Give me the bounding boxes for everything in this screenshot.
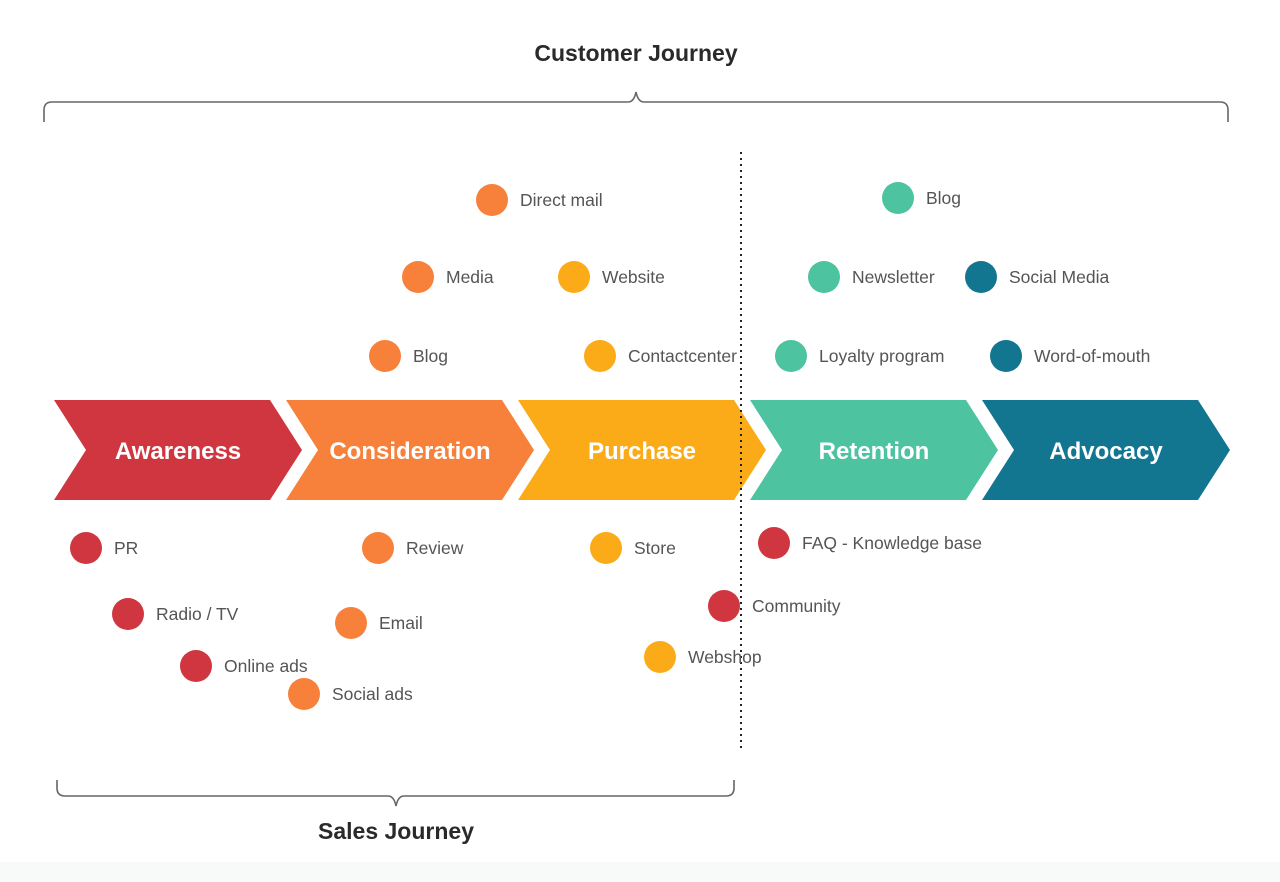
channel-dot-consideration bbox=[369, 340, 401, 372]
stage-label-consideration: Consideration bbox=[329, 438, 490, 465]
channel-label: Loyalty program bbox=[819, 346, 945, 366]
channel-label: Word-of-mouth bbox=[1034, 346, 1151, 366]
sales-journey-bracket bbox=[56, 780, 735, 807]
channel-dot-awareness bbox=[708, 590, 740, 622]
stage-label-advocacy: Advocacy bbox=[1049, 438, 1163, 465]
channel-label: Webshop bbox=[688, 647, 762, 667]
channel-label: Review bbox=[406, 538, 464, 558]
journey-diagram: Awareness Consideration Purchase Retention A… bbox=[43, 91, 1230, 807]
channel-dot-retention bbox=[775, 340, 807, 372]
channel-label: Store bbox=[634, 538, 676, 558]
channel-dot-retention bbox=[882, 182, 914, 214]
channel-label: Online ads bbox=[224, 656, 308, 676]
channel-dot-awareness bbox=[180, 650, 212, 682]
customer-journey-title: Customer Journey bbox=[534, 40, 738, 66]
channel-dot-consideration bbox=[402, 261, 434, 293]
stage-label-purchase: Purchase bbox=[588, 438, 696, 465]
customer-journey-bracket bbox=[43, 91, 1229, 122]
channel-dot-awareness bbox=[70, 532, 102, 564]
channel-dot-purchase bbox=[644, 641, 676, 673]
channel-label: Blog bbox=[926, 188, 962, 208]
channel-label: FAQ - Knowledge base bbox=[802, 533, 982, 553]
channel-dot-consideration bbox=[362, 532, 394, 564]
channel-dot-purchase bbox=[590, 532, 622, 564]
channel-dot-consideration bbox=[288, 678, 320, 710]
stage-label-retention: Retention bbox=[819, 438, 930, 465]
channel-label: Website bbox=[602, 267, 665, 287]
channel-label: Social Media bbox=[1009, 267, 1110, 287]
channel-dot-purchase bbox=[558, 261, 590, 293]
stage-label-awareness: Awareness bbox=[115, 438, 241, 465]
channel-dot-retention bbox=[808, 261, 840, 293]
channel-label: Community bbox=[752, 596, 841, 616]
channel-label: PR bbox=[114, 538, 139, 558]
channel-label: Social ads bbox=[332, 684, 413, 704]
channel-dot-consideration bbox=[476, 184, 508, 216]
channel-dot-advocacy bbox=[965, 261, 997, 293]
channel-label: Newsletter bbox=[852, 267, 935, 287]
channel-label: Contactcenter bbox=[628, 346, 737, 366]
channel-dot-awareness bbox=[758, 527, 790, 559]
channel-label: Email bbox=[379, 613, 423, 633]
channel-label: Media bbox=[446, 267, 494, 287]
channel-label: Blog bbox=[413, 346, 449, 366]
channel-dot-awareness bbox=[112, 598, 144, 630]
sales-journey-title: Sales Journey bbox=[318, 818, 474, 844]
channel-label: Direct mail bbox=[520, 190, 603, 210]
channel-label: Radio / TV bbox=[156, 604, 239, 624]
channel-dot-consideration bbox=[335, 607, 367, 639]
channel-dot-advocacy bbox=[990, 340, 1022, 372]
channel-dot-purchase bbox=[584, 340, 616, 372]
